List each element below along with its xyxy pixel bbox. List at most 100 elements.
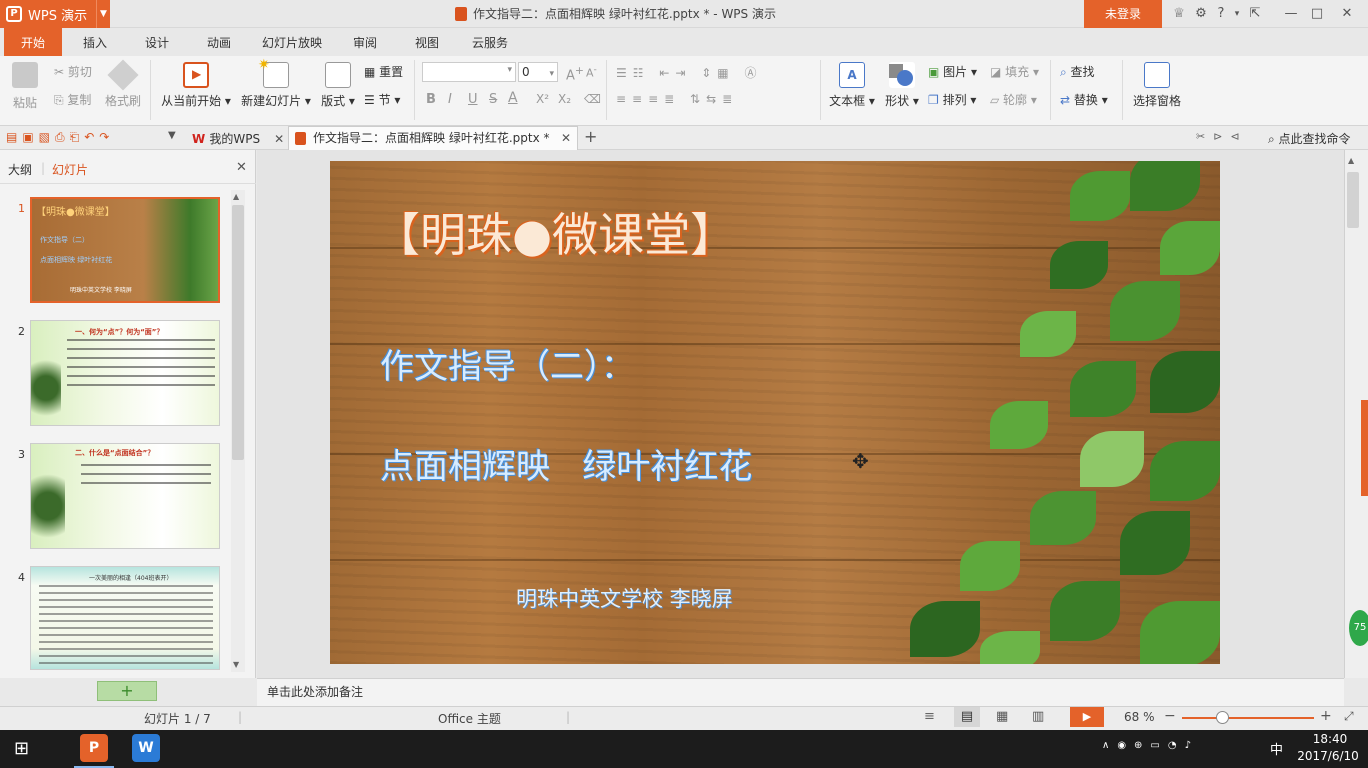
play-slideshow-icon[interactable]: ▶: [1070, 707, 1104, 727]
zoom-level[interactable]: 68 %: [1124, 710, 1155, 724]
windows-start-icon[interactable]: ⊞: [14, 738, 29, 759]
wps-writer-taskbar-icon[interactable]: W: [132, 734, 160, 762]
layout-button[interactable]: 版式 ▾: [320, 62, 356, 109]
close-icon[interactable]: ✕: [561, 127, 571, 149]
shape-button[interactable]: 形状 ▾: [884, 62, 920, 109]
format-painter-button[interactable]: 格式刷: [102, 59, 144, 109]
font-name-select[interactable]: ▾: [422, 62, 516, 82]
slide-thumbnail-2[interactable]: 一、何为“点”？何为“面”？: [30, 320, 220, 426]
current-slide[interactable]: 【明珠●微课堂】 作文指导（二）： 点面相辉映 绿叶衬红花 明珠中英文学校 李晓…: [330, 161, 1220, 664]
zoom-out-icon[interactable]: −: [1164, 708, 1176, 724]
new-slide-button[interactable]: ✷ 新建幻灯片 ▾: [240, 57, 312, 109]
tab-home[interactable]: 开始: [4, 28, 62, 56]
close-icon[interactable]: ✕: [1338, 5, 1356, 23]
copy-button[interactable]: ⎘ 复制: [54, 89, 91, 111]
scissors-icon: ✂: [54, 65, 68, 79]
scroll-down-icon[interactable]: ▼: [233, 660, 239, 669]
outline-tab[interactable]: 大纲: [8, 161, 32, 178]
reset-button[interactable]: ▦ 重置: [364, 61, 403, 83]
zoom-slider-track[interactable]: [1182, 717, 1314, 719]
my-wps-tab[interactable]: W 我的WPS ✕: [192, 130, 284, 147]
fill-button[interactable]: ◪ 填充 ▾: [990, 61, 1039, 83]
subscript-icon[interactable]: X₂: [558, 92, 571, 106]
underline-icon[interactable]: U: [468, 92, 478, 107]
restore-ribbon-icon[interactable]: ⇱: [1246, 5, 1264, 23]
system-tray-icons[interactable]: ∧◉⊕▭◔♪: [1102, 740, 1199, 751]
select-pane-button[interactable]: 选择窗格: [1130, 62, 1184, 109]
chevron-down-icon[interactable]: ▼: [96, 0, 110, 28]
minimize-icon[interactable]: —: [1282, 5, 1300, 23]
notes-pane[interactable]: 单击此处添加备注: [257, 678, 1344, 706]
settings-icon[interactable]: ⚙: [1192, 5, 1210, 23]
arrange-button[interactable]: ❐ 排列 ▾: [928, 89, 976, 111]
tab-design[interactable]: 设计: [128, 28, 186, 56]
slide-subtitle-line-2[interactable]: 点面相辉映 绿叶衬红花: [380, 439, 752, 488]
clock-time[interactable]: 18:40: [1300, 732, 1360, 746]
outline-button[interactable]: ▱ 轮廓 ▾: [990, 89, 1037, 111]
tab-cloud[interactable]: 云服务: [460, 28, 520, 56]
bold-icon[interactable]: B: [426, 92, 436, 107]
wps-presentation-taskbar-icon[interactable]: P: [80, 734, 108, 762]
zoom-slider-handle[interactable]: [1216, 711, 1229, 724]
strikethrough-icon[interactable]: S: [489, 92, 497, 107]
canvas-scroll-thumb[interactable]: [1347, 172, 1359, 228]
tab-animation[interactable]: 动画: [190, 28, 248, 56]
reading-view-icon[interactable]: ▥: [1032, 709, 1044, 724]
fit-window-icon[interactable]: ⤢: [1344, 709, 1354, 724]
grow-font-icon[interactable]: A+: [566, 64, 584, 83]
tab-review[interactable]: 审阅: [336, 28, 394, 56]
tab-insert[interactable]: 插入: [66, 28, 124, 56]
find-button[interactable]: ⌕ 查找: [1060, 61, 1095, 83]
notes-toggle-icon[interactable]: ≡: [924, 709, 935, 724]
from-current-button[interactable]: ▶ 从当前开始 ▾: [160, 62, 232, 109]
paste-button[interactable]: 粘贴: [8, 62, 42, 111]
slide-sorter-icon[interactable]: ▦: [996, 709, 1008, 724]
normal-view-icon[interactable]: ▤: [954, 707, 980, 727]
customize-chevron-icon[interactable]: ▼: [168, 130, 176, 141]
clear-format-icon[interactable]: ⌫: [584, 92, 601, 106]
alignment-icons[interactable]: ≡≡≡≣ ⇅⇆≣: [616, 92, 738, 106]
zoom-in-icon[interactable]: +: [1320, 708, 1332, 724]
slide-thumbnail-1[interactable]: 【明珠●微课堂】 作文指导（二） 点面相辉映 绿叶衬红花 明珠中英文学校 李晓屏: [30, 197, 220, 303]
picture-button[interactable]: ▣ 图片 ▾: [928, 61, 977, 83]
scroll-up-icon[interactable]: ▲: [233, 192, 239, 201]
textbox-button[interactable]: A 文本框 ▾: [828, 62, 876, 109]
command-search[interactable]: ⌕ 点此查找命令: [1268, 130, 1351, 147]
performance-badge[interactable]: 75: [1349, 610, 1368, 646]
list-format-icons[interactable]: ☰☷ ⇤⇥ ⇕▦ Ⓐ: [616, 64, 762, 81]
slide-author[interactable]: 明珠中英文学校 李晓屏: [516, 583, 733, 613]
superscript-icon[interactable]: X²: [536, 92, 549, 106]
add-slide-button[interactable]: +: [97, 681, 157, 701]
slides-tab[interactable]: 幻灯片: [52, 161, 88, 178]
font-size-select[interactable]: 0 ▾: [518, 62, 558, 82]
tab-slideshow[interactable]: 幻灯片放映: [252, 28, 332, 56]
slide-subtitle-line-1[interactable]: 作文指导（二）：: [380, 339, 635, 388]
doc-tools-icons[interactable]: ✂⊳⊲: [1196, 130, 1248, 143]
new-tab-plus-icon[interactable]: +: [584, 127, 597, 146]
slide-thumbnail-4[interactable]: 一次美丽的相逢（404班表开）: [30, 566, 220, 670]
wps-app-menu-button[interactable]: P WPS 演示 ▼: [0, 0, 110, 28]
close-icon[interactable]: ✕: [274, 132, 284, 146]
ime-indicator[interactable]: 中: [1270, 739, 1283, 758]
thumbnail-scroll-thumb[interactable]: [232, 205, 244, 460]
scroll-up-icon[interactable]: ▲: [1348, 156, 1354, 165]
quick-access-icons[interactable]: ▤▣▧⎙⎗↶↷: [6, 130, 114, 145]
clock-date[interactable]: 2017/6/10: [1296, 749, 1360, 763]
tab-view[interactable]: 视图: [398, 28, 456, 56]
skin-icon[interactable]: ♕: [1170, 5, 1188, 23]
help-chevron-icon[interactable]: ▾: [1228, 5, 1246, 23]
replace-button[interactable]: ⇄ 替换 ▾: [1060, 89, 1108, 111]
login-button[interactable]: 未登录: [1084, 0, 1162, 28]
maximize-icon[interactable]: □: [1308, 5, 1326, 23]
font-color-icon[interactable]: A: [508, 90, 518, 106]
italic-icon[interactable]: I: [448, 92, 452, 107]
slide-thumbnail-3[interactable]: 二、什么是“点面结合”？: [30, 443, 220, 549]
document-tab[interactable]: 作文指导二：点面相辉映 绿叶衬红花.pptx * ✕: [288, 126, 578, 150]
cut-button[interactable]: ✂ 剪切: [54, 61, 92, 83]
slide-title[interactable]: 【明珠●微课堂】: [374, 199, 736, 265]
section-button[interactable]: ☰ 节 ▾: [364, 89, 400, 111]
side-panel-toggle[interactable]: [1361, 400, 1368, 496]
shrink-font-icon[interactable]: A-: [586, 64, 597, 80]
close-pane-icon[interactable]: ✕: [236, 160, 247, 175]
command-search-label: 点此查找命令: [1278, 132, 1351, 146]
